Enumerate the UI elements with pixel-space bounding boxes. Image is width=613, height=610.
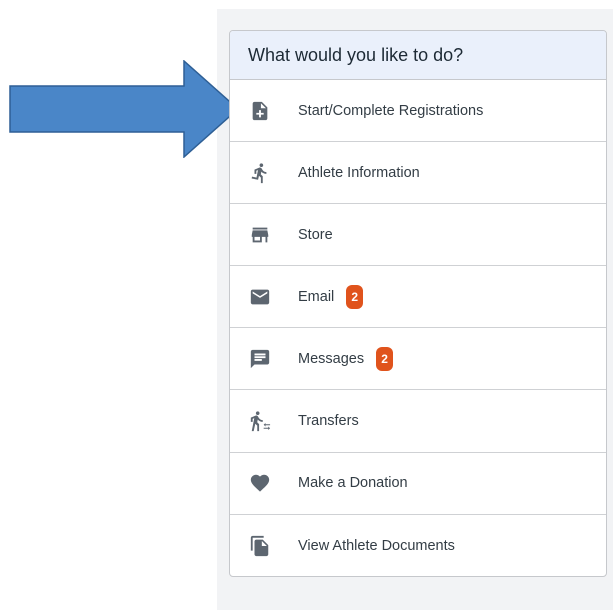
menu-item-label: Messages (298, 350, 365, 367)
menu-item-transfers[interactable]: Transfers (230, 390, 606, 453)
menu-item-label: Transfers (298, 413, 359, 430)
menu-item-email[interactable]: Email 2 (230, 266, 606, 329)
message-bubble-icon (249, 348, 271, 370)
panel-title: What would you like to do? (230, 31, 606, 80)
menu-item-athlete-information[interactable]: Athlete Information (230, 142, 606, 205)
menu-item-label: Make a Donation (298, 475, 408, 492)
actions-panel: What would you like to do? Start/Complet… (229, 30, 607, 577)
menu-item-start-complete-registrations[interactable]: Start/Complete Registrations (230, 80, 606, 143)
running-person-icon (249, 162, 271, 184)
menu-item-store[interactable]: Store (230, 204, 606, 267)
menu-item-label: Athlete Information (298, 164, 420, 181)
callout-arrow (9, 60, 239, 158)
menu-item-messages[interactable]: Messages 2 (230, 328, 606, 391)
menu-item-label: Store (298, 226, 333, 243)
menu-item-view-athlete-documents[interactable]: View Athlete Documents (230, 515, 606, 576)
messages-count-badge: 2 (376, 346, 394, 371)
menu-item-label: Start/Complete Registrations (298, 102, 484, 119)
envelope-icon (249, 286, 271, 308)
walking-transfer-icon (249, 410, 271, 432)
document-add-icon (249, 100, 271, 122)
storefront-icon (249, 224, 271, 246)
menu-item-make-a-donation[interactable]: Make a Donation (230, 453, 606, 515)
menu-item-label: View Athlete Documents (298, 537, 455, 554)
email-count-badge: 2 (346, 284, 364, 309)
menu-item-label: Email (298, 288, 335, 305)
heart-icon (249, 472, 271, 494)
documents-icon (249, 535, 271, 557)
